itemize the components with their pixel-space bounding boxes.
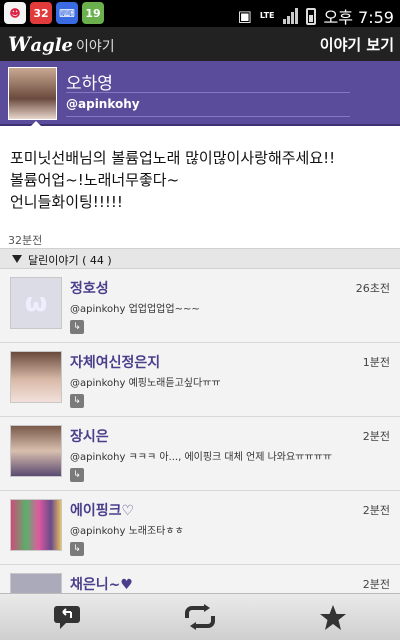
list-item[interactable]: 자체여신정은지 1분전 @apinkohy 예핑노래듣고싶다ㅠㅠ ↳ — [0, 343, 400, 417]
reply-author[interactable]: 정호성 — [70, 278, 109, 298]
list-item[interactable]: 채은니~♥ 2분전 — [0, 565, 400, 593]
reply-arrow-icon[interactable]: ↳ — [70, 542, 84, 556]
clock: 오후 7:59 — [323, 8, 394, 27]
network-type: LTE — [259, 11, 275, 20]
signal-icon — [282, 8, 298, 24]
reply-author[interactable]: 에이핑크♡ — [70, 500, 134, 520]
list-item[interactable]: 에이핑크♡ 2분전 @apinkohy 노래조타ㅎㅎ ↳ — [0, 491, 400, 565]
reply-icon[interactable] — [50, 602, 84, 632]
author-avatar[interactable] — [8, 67, 57, 120]
divider — [66, 116, 350, 117]
avatar[interactable] — [10, 573, 62, 593]
app-bar: Wagle 이야기 이야기 보기 — [0, 27, 400, 61]
story-time: 32분전 — [8, 234, 43, 247]
list-item[interactable]: 장시은 2분전 @apinkohy ㅋㅋㅋ 아..., 에이핑크 대체 언제 나… — [0, 417, 400, 491]
reply-text: @apinkohy 노래조타ㅎㅎ — [70, 526, 184, 537]
avatar[interactable] — [10, 499, 62, 551]
reply-time: 2분전 — [362, 504, 390, 517]
reply-arrow-icon[interactable]: ↳ — [70, 320, 84, 334]
author-handle: @apinkohy — [66, 97, 140, 111]
sim-card-icon: ▣ — [237, 7, 252, 25]
wagle-logo[interactable]: Wagle 이야기 — [8, 32, 115, 56]
wagle-placeholder-icon: ω — [24, 288, 48, 318]
bottom-action-bar — [0, 593, 400, 640]
bunny-app-icon: ☻ — [4, 2, 26, 24]
number-icon: 19 — [82, 2, 104, 24]
reply-text: @apinkohy 예핑노래듣고싶다ㅠㅠ — [70, 378, 221, 389]
calendar-icon: 32 — [30, 2, 52, 24]
retweet-icon[interactable] — [183, 602, 217, 632]
avatar[interactable] — [10, 351, 62, 403]
reply-arrow-icon[interactable]: ↳ — [70, 468, 84, 482]
favorite-star-icon[interactable] — [316, 602, 350, 632]
reply-author[interactable]: 장시은 — [70, 426, 109, 446]
status-bar: ☻ 32 ⌨ 19 ▣ LTE 오후 7:59 — [0, 0, 400, 27]
story-text: 포미닛선배님의 볼륨업노래 많이많이사랑해주세요!! 볼륨어업~!노래너무좋다~… — [10, 149, 336, 211]
reply-text: @apinkohy ㅋㅋㅋ 아..., 에이핑크 대체 언제 나와요ㅠㅠㅠㅠ — [70, 452, 332, 463]
reply-time: 1분전 — [362, 356, 390, 369]
author-name: 오하영 — [66, 74, 113, 94]
replies-header[interactable]: 달린이야기 ( 44 ) — [0, 248, 400, 269]
author-header[interactable]: 오하영 @apinkohy — [0, 61, 400, 126]
page-title: 이야기 보기 — [319, 36, 394, 54]
replies-list[interactable]: ω 정호성 26초전 @apinkohy 업업업업업~~~ ↳ 자체여신정은지 … — [0, 269, 400, 593]
divider — [66, 92, 350, 93]
list-item[interactable]: ω 정호성 26초전 @apinkohy 업업업업업~~~ ↳ — [0, 269, 400, 343]
keyboard-icon: ⌨ — [56, 2, 78, 24]
speech-pointer — [28, 121, 44, 129]
avatar[interactable]: ω — [10, 277, 62, 329]
reply-time: 26초전 — [355, 282, 390, 295]
collapse-triangle-icon — [12, 255, 22, 263]
reply-time: 2분전 — [362, 430, 390, 443]
avatar[interactable] — [10, 425, 62, 477]
reply-time: 2분전 — [362, 578, 390, 591]
reply-text: @apinkohy 업업업업업~~~ — [70, 304, 200, 315]
reply-arrow-icon[interactable]: ↳ — [70, 394, 84, 408]
battery-icon — [305, 7, 316, 25]
reply-author[interactable]: 자체여신정은지 — [70, 352, 160, 372]
reply-author[interactable]: 채은니~♥ — [70, 574, 133, 593]
